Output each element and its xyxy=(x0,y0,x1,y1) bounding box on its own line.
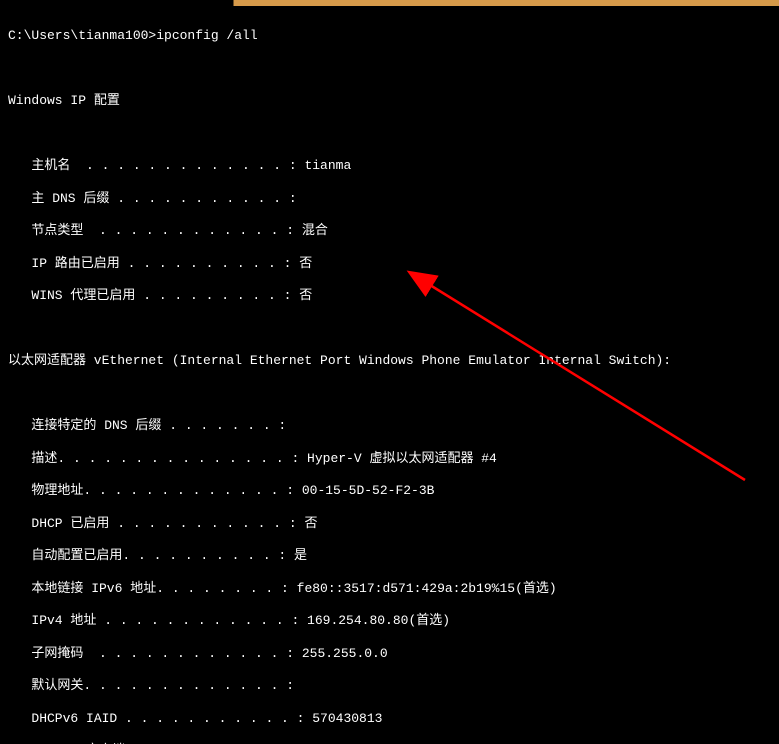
section-header: Windows IP 配置 xyxy=(8,93,771,109)
a1-physaddr: 物理地址. . . . . . . . . . . . . : 00-15-5D… xyxy=(8,483,771,499)
cfg-wins-proxy: WINS 代理已启用 . . . . . . . . . : 否 xyxy=(8,288,771,304)
cfg-ip-routing: IP 路由已启用 . . . . . . . . . . : 否 xyxy=(8,256,771,272)
cfg-dns-suffix: 主 DNS 后缀 . . . . . . . . . . . : xyxy=(8,191,771,207)
prompt-line: C:\Users\tianma100>ipconfig /all xyxy=(8,28,771,44)
cfg-hostname: 主机名 . . . . . . . . . . . . . : tianma xyxy=(8,158,771,174)
a1-desc: 描述. . . . . . . . . . . . . . . : Hyper-… xyxy=(8,451,771,467)
terminal-output: C:\Users\tianma100>ipconfig /all Windows… xyxy=(0,6,779,744)
a1-iaid: DHCPv6 IAID . . . . . . . . . . . : 5704… xyxy=(8,711,771,727)
cfg-node-type: 节点类型 . . . . . . . . . . . . : 混合 xyxy=(8,223,771,239)
a1-dhcp: DHCP 已启用 . . . . . . . . . . . : 否 xyxy=(8,516,771,532)
a1-subnet: 子网掩码 . . . . . . . . . . . . : 255.255.0… xyxy=(8,646,771,662)
a1-dns-suffix: 连接特定的 DNS 后缀 . . . . . . . : xyxy=(8,418,771,434)
a1-autoconf: 自动配置已启用. . . . . . . . . . : 是 xyxy=(8,548,771,564)
adapter1-title: 以太网适配器 vEthernet (Internal Ethernet Port… xyxy=(8,353,771,369)
a1-gateway: 默认网关. . . . . . . . . . . . . : xyxy=(8,678,771,694)
a1-ipv6link: 本地链接 IPv6 地址. . . . . . . . : fe80::3517… xyxy=(8,581,771,597)
a1-ipv4: IPv4 地址 . . . . . . . . . . . . : 169.25… xyxy=(8,613,771,629)
